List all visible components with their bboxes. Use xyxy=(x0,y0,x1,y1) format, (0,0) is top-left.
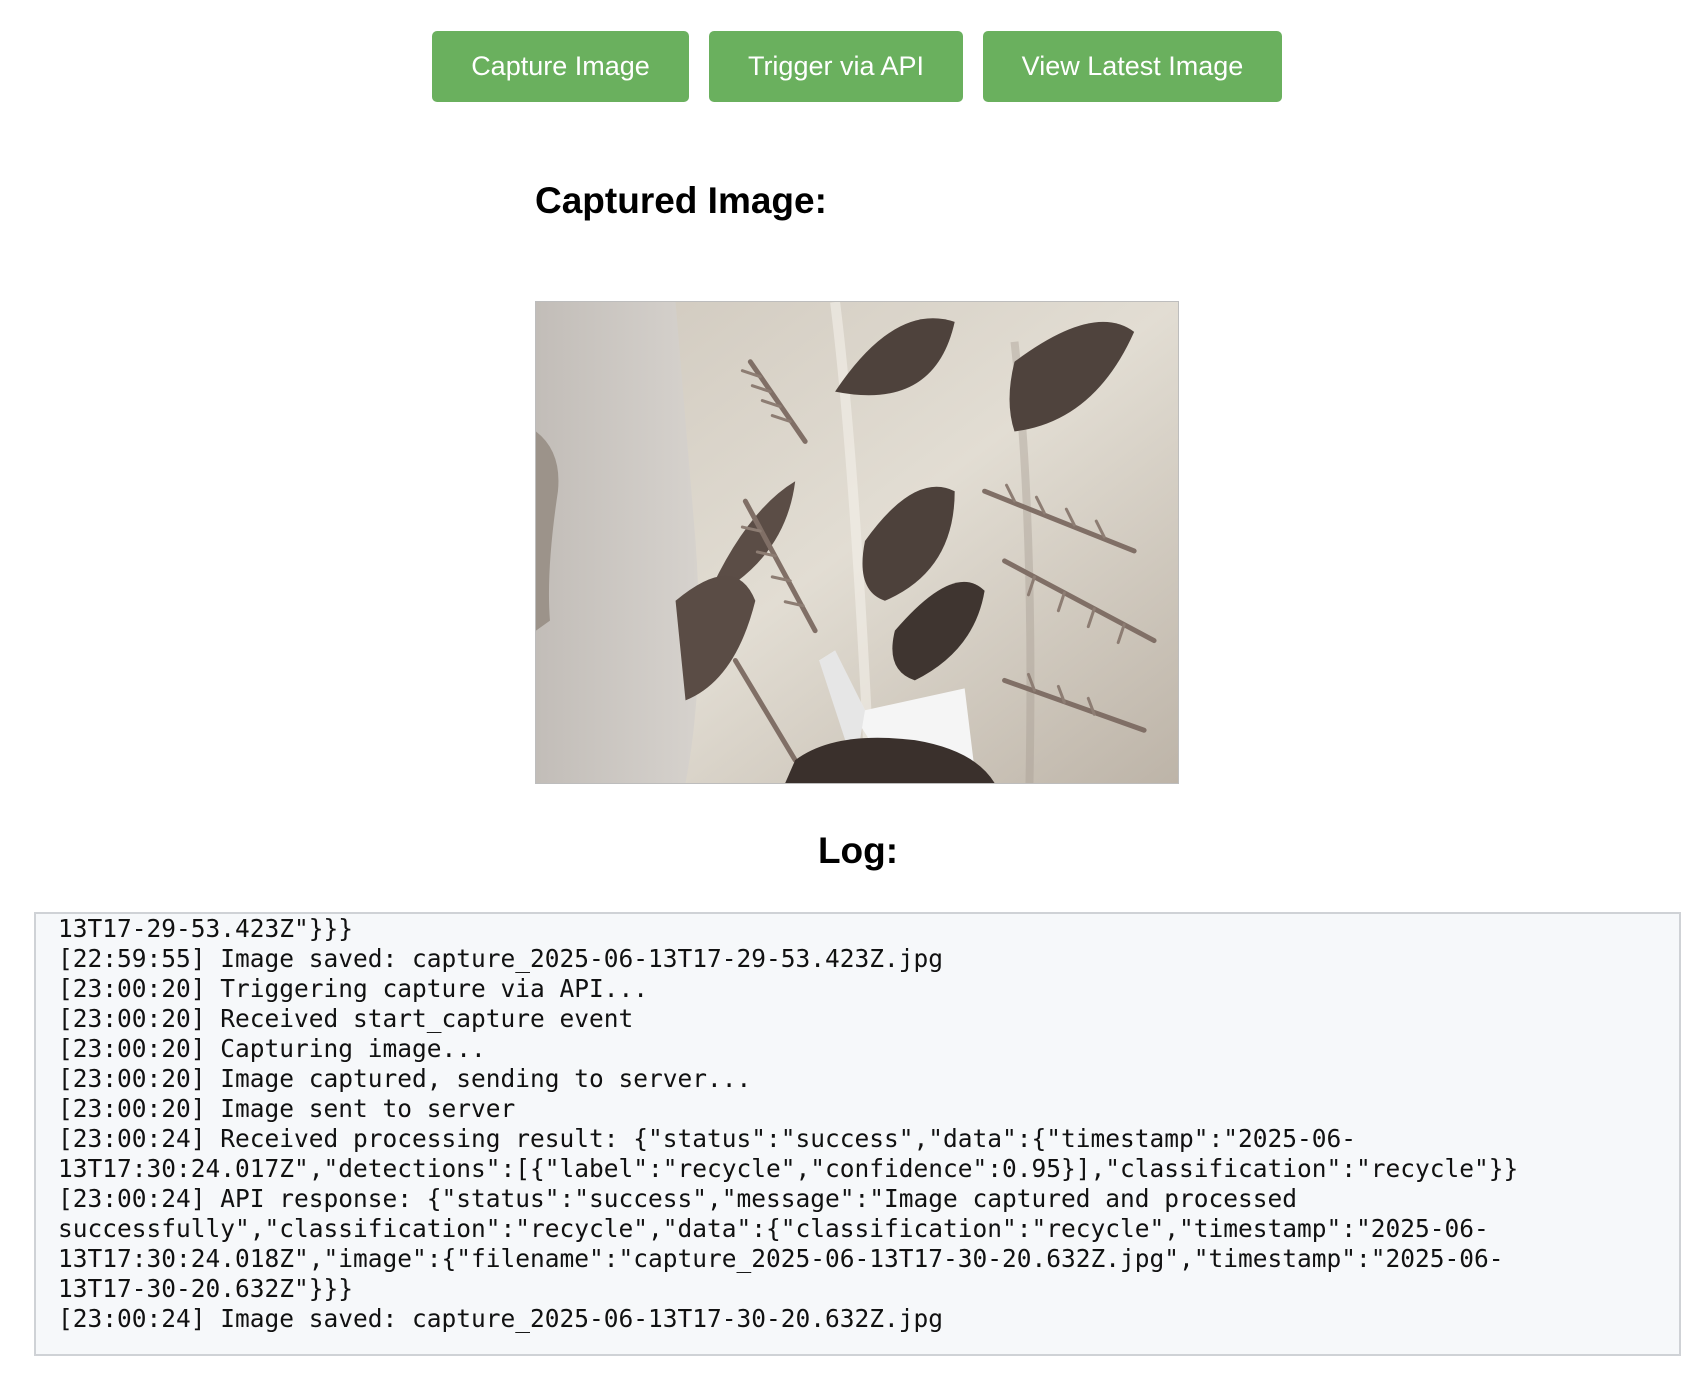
log-line: [23:00:20] Received start_capture event xyxy=(58,1004,634,1033)
log-line: 13T17:30:24.018Z","image":{"filename":"c… xyxy=(58,1244,1504,1273)
log-line: [23:00:20] Capturing image... xyxy=(58,1034,486,1063)
log-line: [23:00:20] Image sent to server xyxy=(58,1094,516,1123)
log-line: [23:00:24] Received processing result: {… xyxy=(58,1124,1357,1153)
log-line: 13T17-29-53.423Z"}}} xyxy=(58,914,354,943)
log-line: 13T17-30-20.632Z"}}} xyxy=(58,1274,354,1303)
trigger-via-api-button[interactable]: Trigger via API xyxy=(709,31,963,102)
log-line: successfully","classification":"recycle"… xyxy=(58,1214,1489,1243)
toolbar: Capture Image Trigger via API View Lates… xyxy=(0,31,1704,102)
log-lines: 13T17-29-53.423Z"}}} [22:59:55] Image sav… xyxy=(58,914,1669,1334)
view-latest-image-button[interactable]: View Latest Image xyxy=(983,31,1282,102)
log-line: [23:00:24] API response: {"status":"succ… xyxy=(58,1184,1298,1213)
capture-image-button[interactable]: Capture Image xyxy=(432,31,689,102)
log-line: [23:00:20] Image captured, sending to se… xyxy=(58,1064,752,1093)
captured-photo-illustration xyxy=(536,302,1178,783)
captured-image-heading: Captured Image: xyxy=(535,180,827,221)
log-line: [22:59:55] Image saved: capture_2025-06-… xyxy=(58,944,944,973)
log-line: [23:00:24] Image saved: capture_2025-06-… xyxy=(58,1304,944,1333)
log-line: 13T17:30:24.017Z","detections":[{"label"… xyxy=(58,1154,1519,1183)
log-line: [23:00:20] Triggering capture via API... xyxy=(58,974,649,1003)
captured-image xyxy=(535,301,1179,784)
log-heading: Log: xyxy=(817,830,899,871)
log-panel[interactable]: 13T17-29-53.423Z"}}} [22:59:55] Image sav… xyxy=(34,912,1681,1356)
